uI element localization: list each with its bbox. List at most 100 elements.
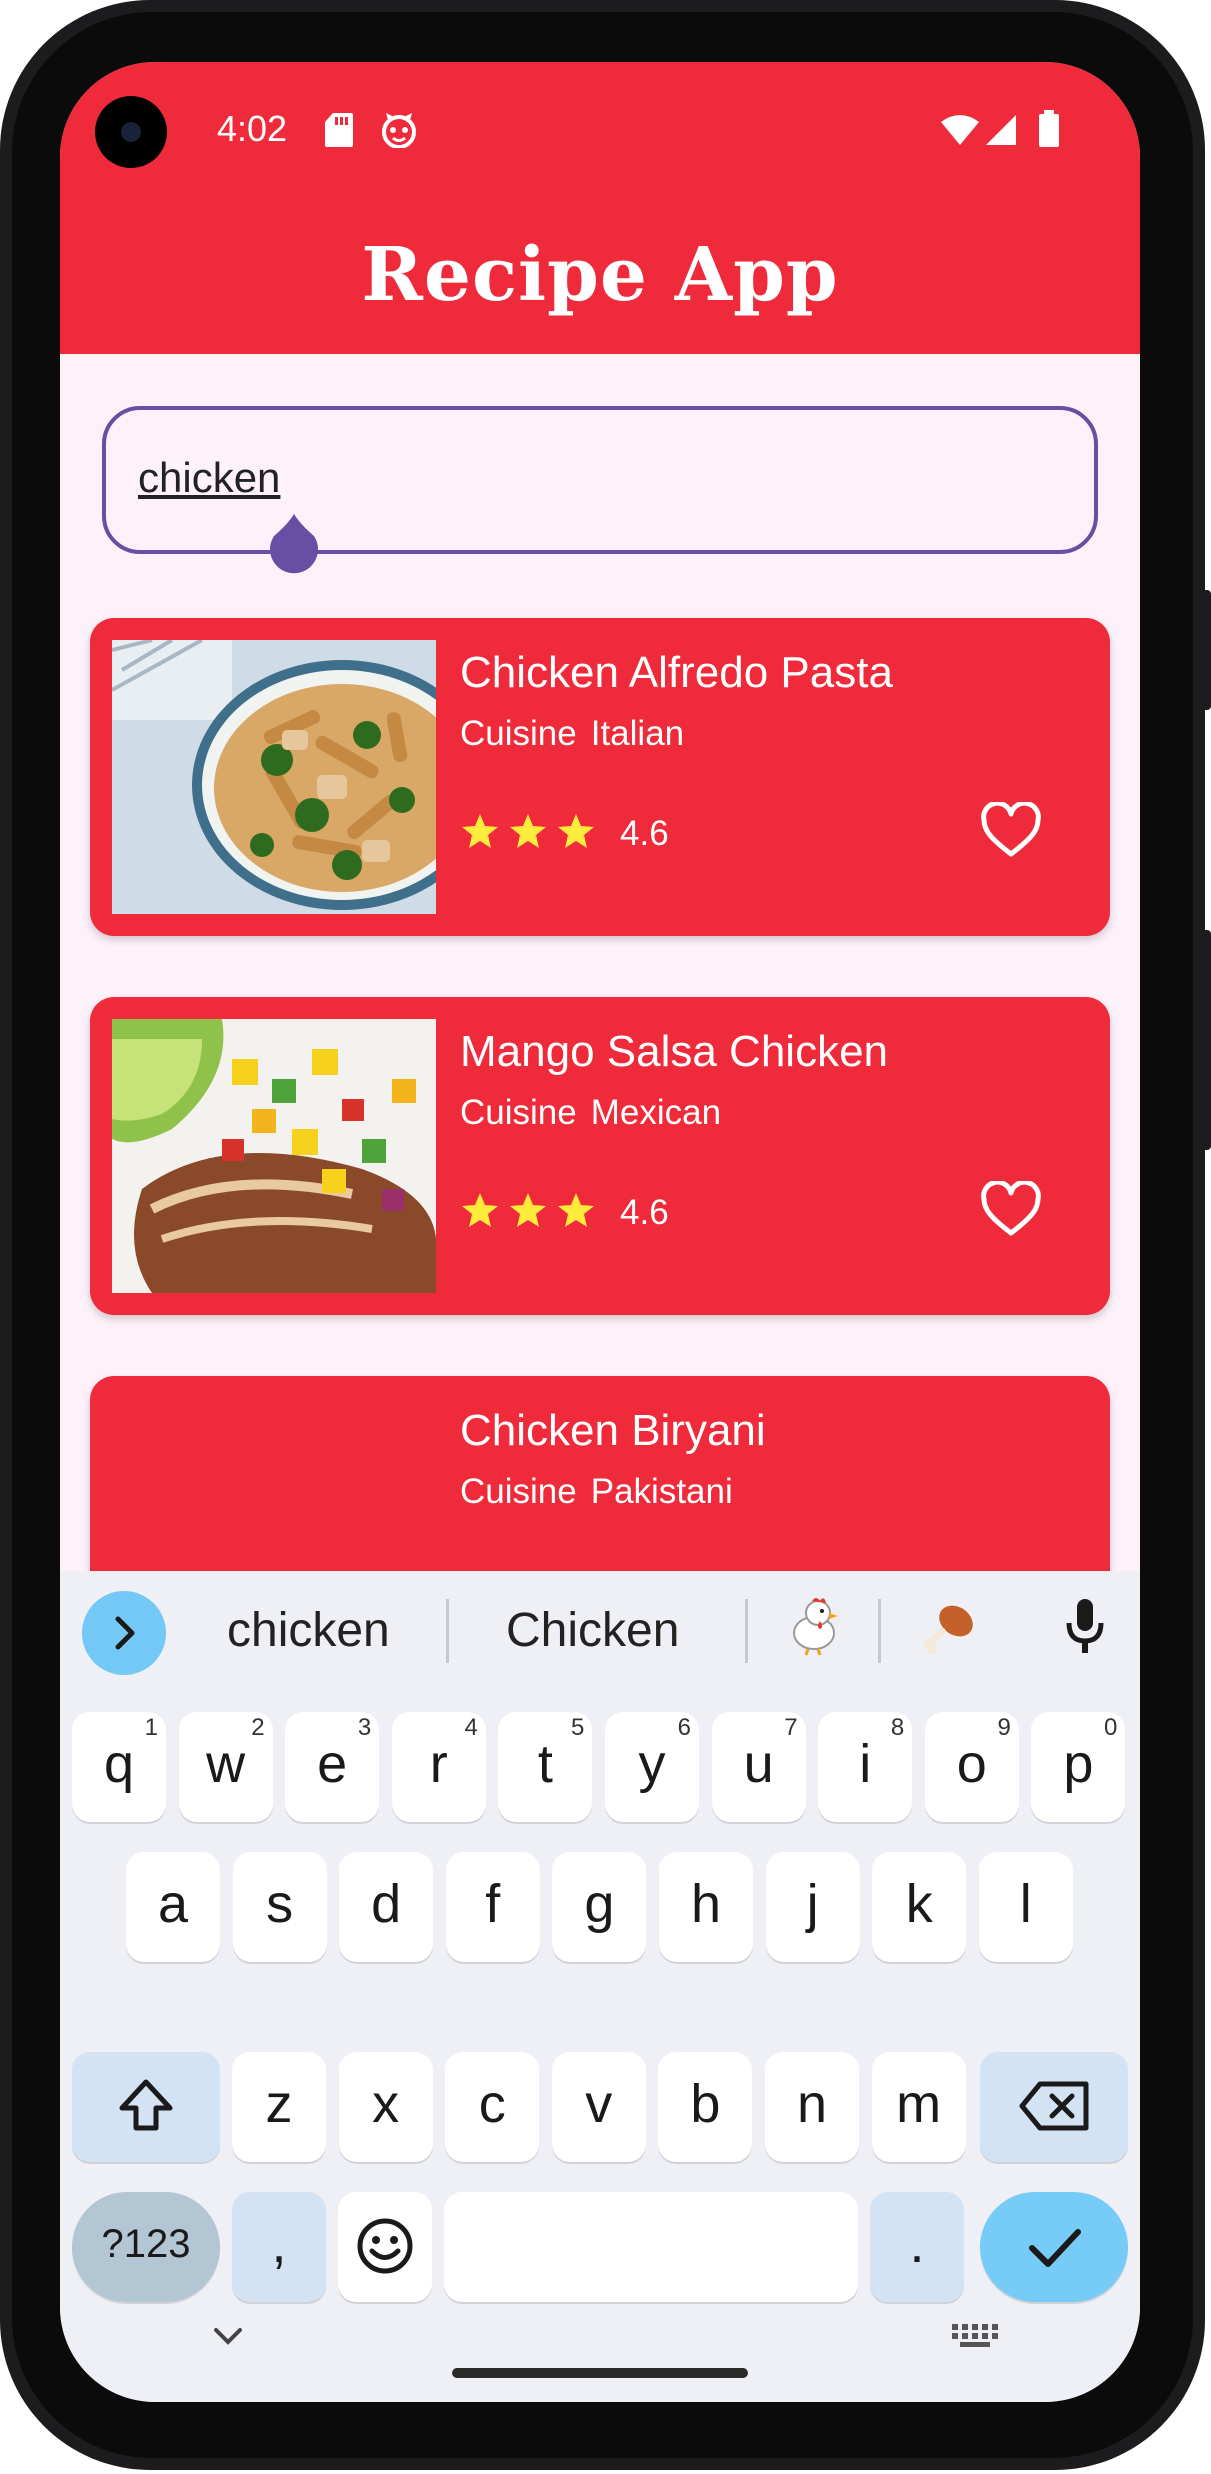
sd-card-icon bbox=[325, 113, 353, 147]
key-s[interactable]: s bbox=[232, 1852, 327, 1962]
key-a[interactable]: a bbox=[126, 1852, 220, 1962]
key-label: i bbox=[859, 1734, 872, 1794]
wifi-icon bbox=[941, 115, 979, 145]
app-title: Recipe App bbox=[361, 232, 839, 318]
chevron-right-icon bbox=[115, 1616, 135, 1650]
recipe-title: Chicken Biryani bbox=[460, 1406, 766, 1455]
key-c[interactable]: c bbox=[445, 2052, 540, 2162]
key-label: r bbox=[429, 1734, 448, 1794]
key-w[interactable]: w2 bbox=[178, 1712, 273, 1822]
key-v[interactable]: v bbox=[551, 2052, 646, 2162]
status-time: 4:02 bbox=[217, 108, 288, 149]
period-key[interactable]: . bbox=[870, 2192, 964, 2302]
key-p[interactable]: p0 bbox=[1031, 1712, 1126, 1822]
symbols-key[interactable]: ?123 bbox=[72, 2192, 220, 2302]
key-m[interactable]: m bbox=[871, 2052, 966, 2162]
star-rating-icons bbox=[462, 814, 594, 848]
key-l[interactable]: l bbox=[978, 1852, 1073, 1962]
gesture-nav-handle[interactable] bbox=[452, 2368, 748, 2378]
suggestion-divider bbox=[446, 1599, 449, 1663]
key-y[interactable]: y6 bbox=[605, 1712, 699, 1822]
text-cursor-handle[interactable] bbox=[264, 510, 324, 582]
done-key[interactable] bbox=[980, 2192, 1128, 2302]
cuisine-label: Cuisine bbox=[460, 1093, 577, 1132]
chicken-emoji-icon[interactable] bbox=[784, 1595, 844, 1657]
recipe-title: Chicken Alfredo Pasta bbox=[460, 648, 893, 697]
front-camera bbox=[95, 96, 167, 168]
key-e[interactable]: e3 bbox=[285, 1712, 380, 1822]
power-button bbox=[1201, 930, 1211, 1150]
shift-icon bbox=[119, 2079, 173, 2131]
key-x[interactable]: x bbox=[338, 2052, 433, 2162]
poultry-leg-emoji-icon[interactable] bbox=[920, 1597, 980, 1657]
comma-key[interactable]: , bbox=[232, 2192, 326, 2302]
key-hint: 1 bbox=[144, 1714, 158, 1741]
star-rating-icons bbox=[462, 1193, 594, 1227]
recipe-cuisine: Cuisine Mexican bbox=[460, 1093, 735, 1133]
app-bar: 4:02 Recipe App bbox=[60, 62, 1140, 354]
key-o[interactable]: o9 bbox=[924, 1712, 1019, 1822]
key-k[interactable]: k bbox=[872, 1852, 967, 1962]
key-z[interactable]: z bbox=[232, 2052, 326, 2162]
key-h[interactable]: h bbox=[659, 1852, 753, 1962]
suggestion-chip[interactable]: chicken bbox=[227, 1603, 390, 1658]
favorite-heart-icon[interactable] bbox=[980, 1181, 1042, 1239]
microphone-icon[interactable] bbox=[1060, 1595, 1110, 1659]
suggestion-divider bbox=[878, 1599, 881, 1663]
cuisine-value: Pakistani bbox=[590, 1472, 733, 1511]
key-g[interactable]: g bbox=[552, 1852, 647, 1962]
search-input[interactable]: chicken bbox=[102, 406, 1098, 554]
suggestion-divider bbox=[745, 1599, 748, 1663]
recipe-cuisine: Cuisine Pakistani bbox=[460, 1472, 747, 1512]
key-label: y bbox=[638, 1734, 666, 1794]
recipe-rating: 4.6 bbox=[620, 814, 669, 853]
emoji-key[interactable] bbox=[338, 2192, 432, 2302]
emoji-icon bbox=[357, 2218, 413, 2274]
key-q[interactable]: q1 bbox=[72, 1712, 166, 1822]
key-t[interactable]: t5 bbox=[498, 1712, 593, 1822]
recipe-rating: 4.6 bbox=[620, 1193, 669, 1232]
key-label: u bbox=[743, 1734, 774, 1794]
key-n[interactable]: n bbox=[765, 2052, 859, 2162]
key-u[interactable]: u7 bbox=[711, 1712, 806, 1822]
key-hint: 5 bbox=[571, 1714, 585, 1741]
battery-icon bbox=[1039, 110, 1059, 147]
key-b[interactable]: b bbox=[658, 2052, 753, 2162]
checkmark-icon bbox=[1029, 2229, 1081, 2267]
key-hint: 9 bbox=[997, 1714, 1011, 1741]
recipe-card[interactable]: Chicken Alfredo Pasta Cuisine Italian 4.6 bbox=[90, 618, 1110, 936]
key-j[interactable]: j bbox=[765, 1852, 860, 1962]
shift-key[interactable] bbox=[72, 2052, 220, 2162]
cuisine-label: Cuisine bbox=[460, 714, 577, 753]
key-hint: 3 bbox=[357, 1714, 372, 1741]
keyboard-switch-icon[interactable] bbox=[950, 2322, 1000, 2350]
recipe-image bbox=[112, 1019, 436, 1293]
recipe-title: Mango Salsa Chicken bbox=[460, 1027, 889, 1076]
key-hint: 4 bbox=[464, 1714, 478, 1741]
key-hint: 7 bbox=[784, 1714, 798, 1741]
key-d[interactable]: d bbox=[339, 1852, 434, 1962]
suggestion-chip[interactable]: Chicken bbox=[506, 1603, 679, 1658]
backspace-key[interactable] bbox=[980, 2052, 1128, 2162]
cuisine-value: Italian bbox=[590, 714, 685, 753]
cuisine-label: Cuisine bbox=[460, 1472, 577, 1511]
favorite-heart-icon[interactable] bbox=[980, 802, 1042, 860]
key-hint: 0 bbox=[1104, 1714, 1118, 1741]
recipe-card[interactable]: Mango Salsa Chicken Cuisine Mexican 4.6 bbox=[90, 997, 1110, 1315]
key-f[interactable]: f bbox=[445, 1852, 540, 1962]
key-hint: 6 bbox=[677, 1714, 691, 1741]
app-notification-icon bbox=[382, 113, 416, 148]
hide-keyboard-chevron-icon[interactable] bbox=[210, 2324, 246, 2348]
key-label: q bbox=[103, 1734, 135, 1794]
backspace-icon bbox=[1019, 2081, 1089, 2131]
key-i[interactable]: i8 bbox=[818, 1712, 913, 1822]
key-label: t bbox=[537, 1734, 553, 1794]
key-label: w bbox=[206, 1734, 246, 1794]
screen: 4:02 Recipe App chicken Chicken Alfredo … bbox=[60, 62, 1140, 2402]
key-r[interactable]: r4 bbox=[391, 1712, 486, 1822]
key-label: p bbox=[1063, 1734, 1094, 1794]
soft-keyboard: chicken Chicken q 1 w 2 e 3 r 4 t 5 y 6 … bbox=[60, 1571, 1140, 2402]
expand-toolbar-button[interactable] bbox=[82, 1591, 166, 1675]
recipe-image bbox=[112, 640, 436, 914]
space-key[interactable] bbox=[444, 2192, 858, 2302]
